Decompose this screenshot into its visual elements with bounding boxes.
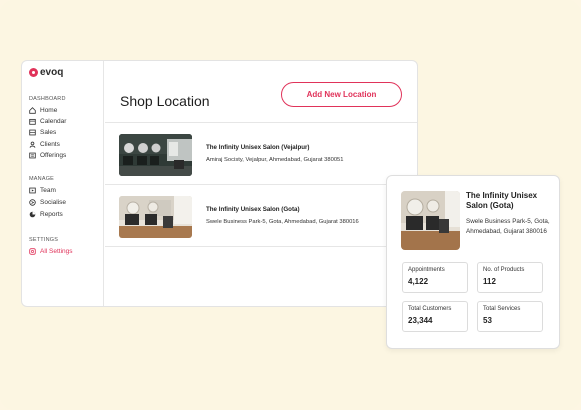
stat-appointments: Appointments 4,122 [402,262,468,293]
sidebar-item-label: Offerings [40,152,67,159]
salon-photo-vejalpur [119,134,192,176]
sidebar-section-manage: MANAGE [29,176,55,182]
sidebar-item-label: Socialise [40,199,67,206]
reports-icon [29,211,36,218]
location-address: Amiraj Socisty, Vejalpur, Ahmedabad, Guj… [206,157,344,163]
location-address: Swele Business Park-5, Gota, Ahmedabad, … [206,219,359,225]
sidebar: evoq DASHBOARD Home Calendar Sales Clien… [22,61,104,306]
sidebar-item-socialise[interactable]: Socialise [29,199,66,206]
sales-icon [29,129,36,136]
stat-services: Total Services 53 [477,301,543,332]
home-icon [29,107,36,114]
location-row-vejalpur[interactable]: The Infinity Unisex Salon (Vejalpur) Ami… [105,124,417,185]
stat-label: Total Services [483,306,521,312]
sidebar-item-sales[interactable]: Sales [29,129,56,136]
stat-label: Appointments [408,267,445,273]
stat-value: 53 [483,316,492,325]
sidebar-item-team[interactable]: Team [29,187,56,194]
stat-products: No. of Products 112 [477,262,543,293]
brand-name: evoq [40,67,64,78]
offerings-icon [29,152,36,159]
salon-photo-gota [119,196,192,238]
app-window: evoq DASHBOARD Home Calendar Sales Clien… [21,60,418,307]
page-title: Shop Location [120,93,210,109]
sidebar-item-all-settings[interactable]: All Settings [29,248,73,255]
sidebar-item-label: All Settings [40,248,73,255]
stat-value: 112 [483,277,496,286]
sidebar-section-dashboard: DASHBOARD [29,96,66,102]
location-row-gota[interactable]: The Infinity Unisex Salon (Gota) Swele B… [105,186,417,247]
detail-location-name: The Infinity Unisex Salon (Gota) [466,191,538,211]
settings-icon [29,248,36,255]
sidebar-item-label: Home [40,107,58,114]
location-name: The Infinity Unisex Salon (Gota) [206,206,300,213]
sidebar-item-clients[interactable]: Clients [29,141,60,148]
sidebar-section-settings: SETTINGS [29,237,59,243]
sidebar-item-label: Calendar [40,118,67,125]
logo-mark-icon [29,68,38,77]
stat-value: 23,344 [408,316,433,325]
clients-icon [29,141,36,148]
stat-customers: Total Customers 23,344 [402,301,468,332]
main-header: Shop Location Add New Location [105,61,417,123]
sidebar-item-label: Sales [40,129,57,136]
socialise-icon [29,199,36,206]
sidebar-item-home[interactable]: Home [29,107,57,114]
calendar-icon [29,118,36,125]
add-new-location-button[interactable]: Add New Location [281,82,402,107]
sidebar-item-calendar[interactable]: Calendar [29,118,66,125]
detail-location-address: Swele Business Park-5, Gota, Ahmedabad, … [466,218,550,235]
location-name: The Infinity Unisex Salon (Vejalpur) [206,144,310,151]
sidebar-item-label: Team [40,187,56,194]
team-icon [29,187,36,194]
salon-photo-detail [401,191,460,250]
sidebar-item-offerings[interactable]: Offerings [29,152,66,159]
stat-label: No. of Products [483,267,525,273]
sidebar-item-label: Clients [40,141,60,148]
location-detail-card: The Infinity Unisex Salon (Gota) Swele B… [386,175,560,349]
stat-value: 4,122 [408,277,429,286]
sidebar-item-reports[interactable]: Reports [29,211,63,218]
sidebar-item-label: Reports [40,211,63,218]
stat-label: Total Customers [408,306,452,312]
brand-logo[interactable]: evoq [29,67,63,78]
